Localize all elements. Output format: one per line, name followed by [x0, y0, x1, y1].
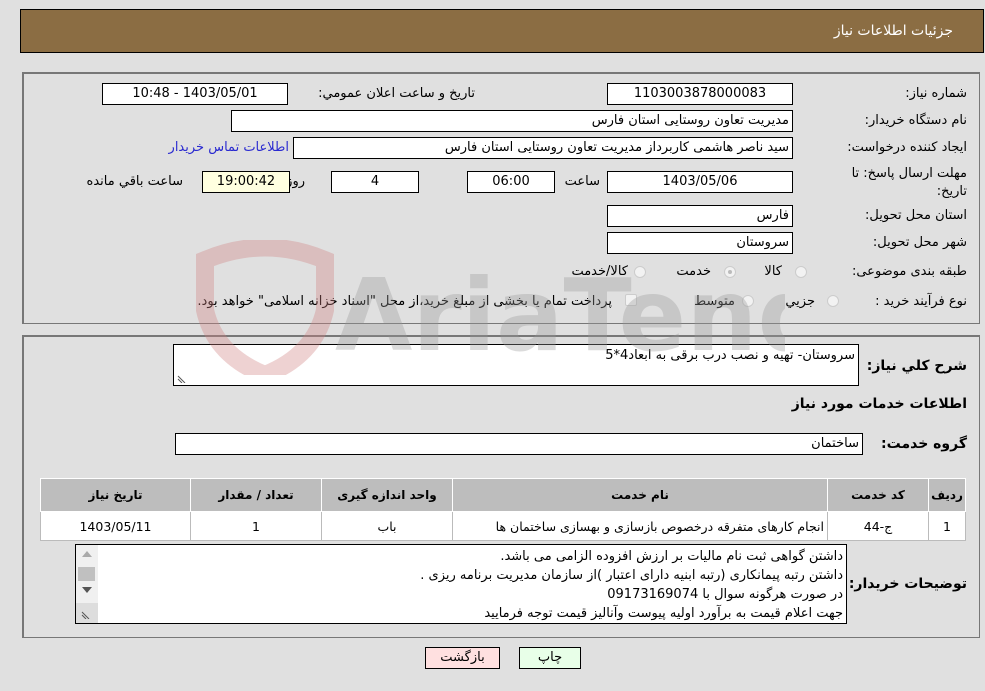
summary-label: شرح كلي نياز: [866, 358, 967, 374]
province-label: استان محل تحویل: [865, 208, 967, 223]
category-option-goods: کالا [764, 264, 782, 279]
buyer-note-line: در صورت هرگونه سوال با 09173169074 [607, 587, 843, 602]
page-header: جزئیات اطلاعات نیاز [20, 9, 984, 53]
cell-need-date: 1403/05/11 [40, 511, 191, 541]
category-option-service: خدمت [676, 264, 711, 279]
cell-service-code: ج-44 [827, 511, 929, 541]
back-button[interactable]: بازگشت [425, 647, 500, 669]
summary-text: سروستان- تهیه و نصب درب برقی به ابعاد4*5 [605, 348, 855, 363]
cell-unit: باب [321, 511, 453, 541]
buyer-notes-text: داشتن گواهی ثبت نام مالیات بر ارزش افزود… [420, 547, 843, 623]
table-row: 1 ج-44 انجام کارهای متفرقه درخصوص بازساز… [40, 511, 966, 541]
col-service-name: نام خدمت [452, 478, 828, 512]
category-radio-goods[interactable] [795, 266, 807, 278]
process-label: نوع فرآیند خرید : [875, 294, 967, 309]
buyer-org-label: نام دستگاه خریدار: [864, 113, 967, 128]
category-radio-service[interactable] [724, 266, 736, 278]
creator-field: سید ناصر هاشمی کاربرداز مدیریت تعاون روس… [293, 137, 793, 159]
resize-grip-icon [81, 611, 90, 619]
category-radio-goods-service[interactable] [634, 266, 646, 278]
process-radio-medium[interactable] [742, 295, 754, 307]
services-heading: اطلاعات خدمات مورد نیاز [791, 396, 967, 412]
cell-quantity: 1 [190, 511, 322, 541]
announce-field: 1403/05/01 - 10:48 [102, 83, 288, 105]
need-number-label: شماره نیاز: [905, 86, 967, 101]
buyer-note-line: داشتن رتبه پیمانکاری (رتبه ابنیه دارای ا… [420, 568, 843, 583]
deadline-label: مهلت ارسال پاسخ: تا [851, 166, 967, 181]
treasury-note: پرداخت تمام یا بخشی از مبلغ خرید،از محل … [197, 294, 612, 309]
cell-service-name: انجام کارهای متفرقه درخصوص بازسازی و بهس… [452, 511, 828, 541]
category-option-goods-service: کالا/خدمت [571, 264, 628, 279]
treasury-checkbox[interactable] [625, 294, 637, 306]
services-table: ردیف کد خدمت نام خدمت واحد اندازه گیری ت… [40, 478, 966, 541]
service-group-label: گروه خدمت: [881, 436, 967, 452]
deadline-time-label: ساعت [564, 174, 600, 189]
print-button[interactable]: چاپ [519, 647, 581, 669]
category-label: طبقه بندی موضوعی: [851, 264, 967, 279]
notes-scrollbar[interactable] [76, 545, 98, 623]
cell-row-number: 1 [928, 511, 966, 541]
remaining-time-field: 19:00:42 [202, 171, 290, 193]
resize-grip-icon[interactable] [176, 373, 186, 383]
deadline-label-date: تاریخ: [936, 184, 967, 199]
scroll-up-icon[interactable] [82, 551, 92, 557]
col-service-code: کد خدمت [827, 478, 929, 512]
days-remaining-field: 4 [331, 171, 419, 193]
buyer-notes-label: توضیحات خریدار: [848, 576, 967, 592]
summary-textarea[interactable]: سروستان- تهیه و نصب درب برقی به ابعاد4*5 [173, 344, 859, 386]
col-quantity: تعداد / مقدار [190, 478, 322, 512]
col-unit: واحد اندازه گیری [321, 478, 453, 512]
buyer-notes-textarea[interactable]: داشتن گواهی ثبت نام مالیات بر ارزش افزود… [75, 544, 847, 624]
buyer-org-field: مدیریت تعاون روستایی استان فارس [231, 110, 793, 132]
resize-grip[interactable] [76, 603, 98, 623]
announce-label: تاریخ و ساعت اعلان عمومي: [318, 86, 475, 101]
buyer-contact-link[interactable]: اطلاعات تماس خریدار [169, 140, 289, 155]
process-option-minor: جزيي [785, 294, 815, 309]
province-field: فارس [607, 205, 793, 227]
deadline-date-field: 1403/05/06 [607, 171, 793, 193]
city-label: شهر محل تحویل: [872, 235, 967, 250]
deadline-time-field: 06:00 [467, 171, 555, 193]
remaining-time-label: ساعت باقي مانده [86, 174, 183, 189]
creator-label: ایجاد کننده درخواست: [847, 140, 967, 155]
buyer-note-line: داشتن گواهی ثبت نام مالیات بر ارزش افزود… [500, 549, 843, 564]
service-group-field: ساختمان [175, 433, 863, 455]
process-option-medium: متوسط [694, 294, 735, 309]
need-number-field: 1103003878000083 [607, 83, 793, 105]
scroll-thumb[interactable] [78, 567, 95, 581]
col-need-date: تاریخ نیاز [40, 478, 191, 512]
process-radio-minor[interactable] [827, 295, 839, 307]
city-field: سروستان [607, 232, 793, 254]
scroll-down-icon[interactable] [82, 587, 92, 593]
buyer-note-line: جهت اعلام قیمت به برآورد اولیه پیوست وآن… [484, 606, 843, 621]
col-row-number: ردیف [928, 478, 966, 512]
table-header-row: ردیف کد خدمت نام خدمت واحد اندازه گیری ت… [40, 478, 966, 512]
page-title: جزئیات اطلاعات نیاز [833, 23, 953, 39]
